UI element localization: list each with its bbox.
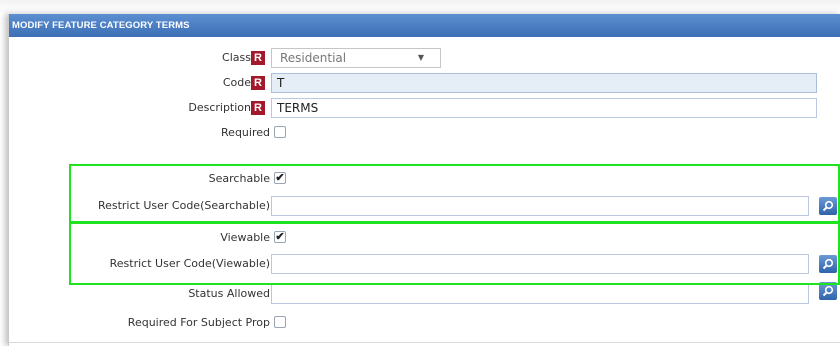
class-label: Class: [222, 51, 251, 64]
window-top-edge: [0, 0, 840, 14]
description-label: Description: [188, 101, 251, 114]
class-selected-value: Residential: [280, 51, 347, 65]
required-subject-row: Required For Subject Prop: [9, 311, 840, 335]
required-subject-label: Required For Subject Prop: [127, 316, 270, 329]
required-label: Required: [221, 126, 270, 139]
code-row: Code R T: [9, 71, 840, 95]
divider: [9, 342, 840, 343]
required-checkbox[interactable]: [274, 126, 286, 138]
caret-down-icon: ▼: [417, 53, 424, 62]
description-row: Description R TERMS: [9, 96, 840, 120]
panel-title: MODIFY FEATURE CATEGORY TERMS: [9, 14, 840, 37]
class-select[interactable]: Residential ▼: [271, 48, 441, 68]
magnifier-icon: [822, 285, 834, 297]
status-allowed-field[interactable]: [271, 284, 809, 304]
required-row: Required: [9, 121, 840, 145]
viewable-highlight-box: [69, 222, 840, 285]
description-field[interactable]: TERMS: [271, 98, 817, 118]
status-allowed-label: Status Allowed: [188, 287, 270, 300]
required-badge: R: [251, 51, 265, 65]
status-allowed-row: Status Allowed: [9, 282, 840, 306]
code-field[interactable]: T: [271, 73, 817, 93]
searchable-highlight-box: [69, 164, 840, 223]
required-badge: R: [251, 76, 265, 90]
required-subject-checkbox[interactable]: [274, 316, 286, 328]
required-badge: R: [251, 101, 265, 115]
class-row: Class R Residential ▼: [9, 46, 840, 70]
code-label: Code: [222, 76, 251, 89]
